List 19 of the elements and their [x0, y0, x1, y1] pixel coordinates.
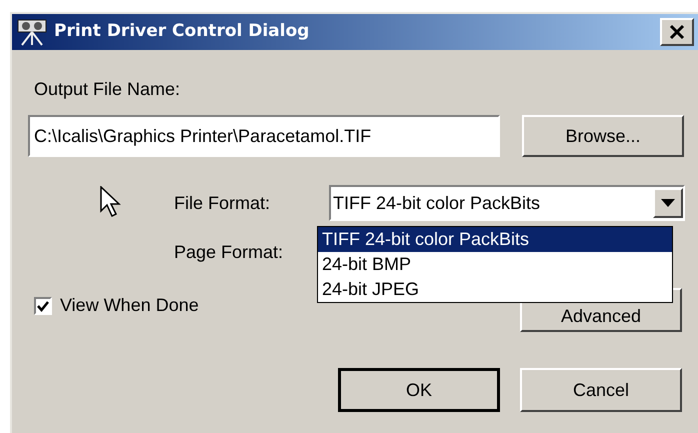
dropdown-option[interactable]: TIFF 24-bit color PackBits — [318, 227, 672, 252]
dropdown-option[interactable]: 24-bit BMP — [318, 252, 672, 277]
dialog-button[interactable]: Cancel — [520, 368, 682, 412]
page-format-label: Page Format: — [174, 241, 284, 264]
view-when-done-label: View When Done — [60, 294, 199, 317]
check-icon — [37, 300, 49, 312]
file-format-label: File Format: — [174, 192, 272, 214]
output-file-label: Output File Name: — [34, 78, 182, 101]
cursor-icon — [100, 186, 122, 218]
window-title: Print Driver Control Dialog — [54, 20, 310, 44]
dropdown-arrow-icon — [661, 199, 675, 207]
dialog-button[interactable]: OK — [338, 368, 500, 412]
file-format-dropdown[interactable]: TIFF 24-bit color PackBits — [329, 185, 685, 221]
camera-icon — [16, 17, 48, 47]
browse-button[interactable]: Browse... — [522, 115, 684, 157]
close-icon — [669, 24, 685, 40]
close-button[interactable] — [660, 18, 694, 46]
output-file-field[interactable]: C:\Icalis\Graphics Printer\Paracetamol.TIF — [28, 115, 500, 157]
view-when-done-checkbox[interactable] — [34, 296, 52, 314]
